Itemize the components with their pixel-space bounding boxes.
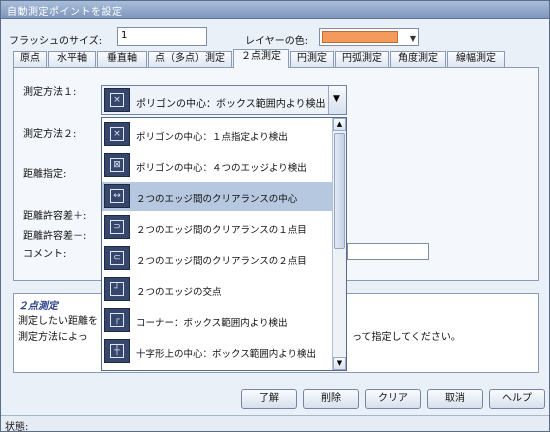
delete-button[interactable]: 削除 bbox=[303, 389, 359, 409]
method1-label: 測定方法１: bbox=[23, 87, 77, 98]
window-title: 自動測定ポイントを設定 bbox=[7, 7, 123, 18]
description-line-1: 測定したい距離を bbox=[18, 316, 98, 327]
tolerance-minus-label: 距離許容差－: bbox=[23, 231, 87, 242]
flash-size-input[interactable]: 1 bbox=[117, 27, 207, 46]
tolerance-plus-label: 距離許容差＋: bbox=[23, 211, 87, 222]
status-label: 状態: bbox=[5, 422, 29, 432]
scroll-down-icon[interactable]: ▼ bbox=[333, 357, 346, 370]
list-item-selected[interactable]: ↔ ２つのエッジ間のクリアランスの中心 bbox=[102, 182, 332, 211]
title-bar: 自動測定ポイントを設定 bbox=[1, 1, 549, 19]
method1-dropdown-list: × ポリゴンの中心：１点指定より検出 ⊠ ポリゴンの中心：４つのエッジより検出 … bbox=[101, 117, 347, 371]
list-item[interactable]: ⊂ ２つのエッジ間のクリアランスの２点目 bbox=[102, 244, 332, 273]
list-item[interactable]: ⊃ ２つのエッジ間のクリアランスの１点目 bbox=[102, 213, 332, 242]
chevron-down-icon: ▼ bbox=[409, 34, 416, 43]
dialog-window: 自動測定ポイントを設定 フラッシュのサイズ: 1 レイヤーの色: ▼ 原点 水平… bbox=[0, 0, 550, 432]
description-line-2: 測定方法によっ bbox=[18, 332, 88, 343]
status-bar: 状態: bbox=[1, 415, 549, 432]
layer-color-swatch bbox=[322, 31, 398, 43]
list-item[interactable]: ┼ 十字形上の中心：ボックス範囲内より検出 bbox=[102, 337, 332, 366]
tab-origin[interactable]: 原点 bbox=[13, 51, 47, 67]
tab-horizontal-axis[interactable]: 水平軸 bbox=[48, 51, 96, 67]
tab-arc-measure[interactable]: 円弧測定 bbox=[335, 51, 389, 67]
tab-two-point-measure[interactable]: ２点測定 bbox=[233, 49, 289, 68]
comment-input[interactable] bbox=[347, 243, 429, 260]
scrollbar-thumb[interactable] bbox=[334, 133, 345, 249]
clear-button[interactable]: クリア bbox=[365, 389, 421, 409]
clearance-center-icon: ↔ bbox=[104, 184, 130, 208]
comment-label: コメント: bbox=[23, 249, 67, 260]
dropdown-arrow-button[interactable]: ▼ bbox=[328, 86, 346, 114]
polygon-edges-icon: ⊠ bbox=[104, 153, 130, 177]
dropdown-scrollbar[interactable]: ▲ ▼ bbox=[332, 118, 346, 370]
description-line-2-end: って指定してください。 bbox=[352, 332, 461, 343]
list-item[interactable]: × ポリゴンの中心：１点指定より検出 bbox=[102, 120, 332, 149]
method2-label: 測定方法２: bbox=[23, 129, 77, 140]
clearance-first-icon: ⊃ bbox=[104, 215, 130, 239]
tab-linewidth-measure[interactable]: 線幅測定 bbox=[447, 51, 505, 67]
list-item[interactable]: ┌ コーナー：ボックス範囲内より検出 bbox=[102, 306, 332, 335]
edge-intersection-icon: ┘ bbox=[104, 277, 130, 301]
method1-select[interactable]: × ポリゴンの中心：ボックス範囲内より検出 ▼ bbox=[101, 85, 347, 115]
cross-center-icon: ┼ bbox=[104, 339, 130, 363]
corner-icon: ┌ bbox=[104, 308, 130, 332]
list-item[interactable]: ┘ ２つのエッジの交点 bbox=[102, 275, 332, 304]
flash-size-label: フラッシュのサイズ: bbox=[9, 36, 103, 47]
tab-angle-measure[interactable]: 角度測定 bbox=[390, 51, 446, 67]
polygon-point-icon: × bbox=[104, 122, 130, 146]
cancel-button[interactable]: 取消 bbox=[427, 389, 483, 409]
layer-color-label: レイヤーの色: bbox=[245, 36, 309, 47]
method1-selected-text: ポリゴンの中心：ボックス範囲内より検出 bbox=[136, 99, 326, 110]
tab-circle-measure[interactable]: 円測定 bbox=[290, 51, 334, 67]
scroll-up-icon[interactable]: ▲ bbox=[333, 118, 346, 131]
chevron-down-icon: ▼ bbox=[333, 94, 340, 104]
distance-label: 距離指定: bbox=[23, 169, 67, 180]
clearance-second-icon: ⊂ bbox=[104, 246, 130, 270]
description-title: ２点測定 bbox=[18, 301, 58, 312]
tab-vertical-axis[interactable]: 垂直軸 bbox=[97, 51, 147, 67]
layer-color-select[interactable]: ▼ bbox=[319, 28, 419, 46]
tab-point-measure[interactable]: 点（多点）測定 bbox=[148, 51, 232, 67]
help-button[interactable]: ヘルプ bbox=[489, 389, 545, 409]
polygon-box-icon: × bbox=[104, 88, 130, 112]
ok-button[interactable]: 了解 bbox=[241, 389, 297, 409]
list-item[interactable]: ⊠ ポリゴンの中心：４つのエッジより検出 bbox=[102, 151, 332, 180]
